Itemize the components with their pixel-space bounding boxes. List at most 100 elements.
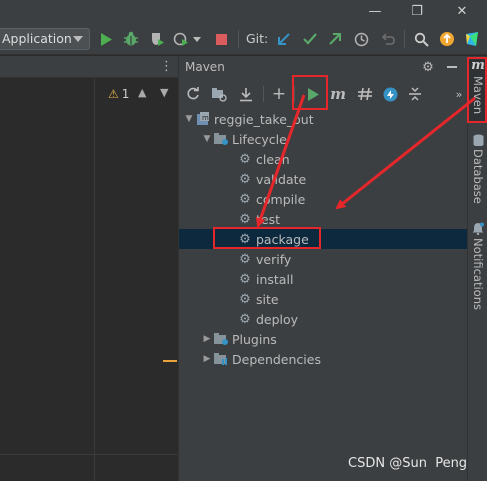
editor-right-margin — [94, 78, 95, 481]
git-update-button[interactable] — [275, 30, 293, 48]
maven-header: Maven ⚙ — [179, 56, 468, 78]
tree-row-dependencies[interactable]: ▶ Dependencies — [179, 349, 468, 369]
chevron-down-icon — [193, 36, 201, 42]
gear-icon: ⚙ — [239, 311, 251, 327]
gear-icon: ⚙ — [239, 291, 251, 307]
restore-icon: ❐ — [411, 3, 423, 19]
debug-button[interactable] — [122, 30, 140, 48]
git-update-icon — [278, 33, 290, 45]
tree-row-plugins[interactable]: ▶ Plugins — [179, 329, 468, 349]
skip-tests-icon — [383, 87, 397, 101]
stop-icon — [215, 33, 227, 45]
restore-button[interactable]: ❐ — [397, 0, 437, 22]
database-stripe-tab[interactable]: Database — [468, 134, 487, 204]
tree-row-lifecycle[interactable]: ▼ Lifecycle — [179, 129, 468, 149]
close-window-button[interactable]: ✕ — [442, 0, 482, 22]
previous-highlight-icon[interactable]: ▲ — [138, 86, 146, 99]
coverage-button[interactable] — [148, 30, 166, 48]
main-toolbar: Application Git: — [0, 22, 487, 55]
reload-projects-button[interactable] — [184, 85, 202, 103]
maven-stripe-tab[interactable]: m Maven — [468, 58, 487, 122]
generate-sources-button[interactable] — [210, 85, 228, 103]
maven-tool-window: Maven ⚙ + m » ▼ m reggie_take_out ▼ Life… — [178, 56, 468, 481]
toolbar-overflow-button[interactable]: » — [450, 85, 468, 103]
maven-hide-button[interactable] — [443, 58, 461, 76]
run-icon — [101, 32, 112, 46]
lifecycle-goal-clean[interactable]: ⚙ clean — [179, 149, 468, 169]
ide-update-button[interactable] — [438, 30, 456, 48]
execute-maven-goal-button[interactable]: m — [329, 85, 347, 103]
skip-tests-button[interactable] — [381, 85, 399, 103]
more-run-options[interactable] — [192, 30, 202, 48]
plus-icon: + — [271, 83, 287, 104]
chevron-down-icon[interactable]: ▼ — [201, 134, 213, 144]
warning-count: 1 — [121, 87, 130, 101]
toggle-offline-mode-button[interactable] — [356, 85, 374, 103]
lifecycle-goal-package[interactable]: ⚙ package — [179, 229, 468, 249]
inspection-warnings[interactable]: ⚠ 1 — [108, 87, 129, 101]
profile-button[interactable] — [172, 30, 190, 48]
lifecycle-goal-test[interactable]: ⚙ test — [179, 209, 468, 229]
update-icon — [440, 32, 454, 46]
gear-icon: ⚙ — [239, 231, 251, 247]
rollback-button[interactable] — [378, 30, 396, 48]
git-push-button[interactable] — [326, 30, 344, 48]
database-tab-label: Database — [471, 149, 485, 204]
git-commit-icon — [303, 33, 317, 45]
gear-icon: ⚙ — [239, 191, 251, 207]
maven-settings-button[interactable]: ⚙ — [419, 58, 437, 76]
lifecycle-goal-site[interactable]: ⚙ site — [179, 289, 468, 309]
notifications-stripe-tab[interactable]: Notifications — [468, 222, 487, 312]
chevron-right-icon[interactable]: ▶ — [201, 334, 213, 344]
run-maven-build-button[interactable] — [304, 85, 322, 103]
history-icon — [354, 32, 368, 46]
gear-icon: ⚙ — [239, 251, 251, 267]
next-highlight-icon[interactable]: ▼ — [160, 86, 168, 99]
goal-label: verify — [256, 251, 292, 267]
run-configuration-selector[interactable]: Application — [0, 28, 90, 50]
minimize-icon — [447, 66, 457, 68]
chevron-down-icon[interactable]: ▼ — [183, 114, 195, 124]
goal-label: site — [256, 291, 279, 307]
lifecycle-goal-install[interactable]: ⚙ install — [179, 269, 468, 289]
git-push-icon — [329, 33, 341, 45]
profile-icon — [173, 32, 188, 46]
rollback-icon — [381, 32, 395, 45]
history-button[interactable] — [352, 30, 370, 48]
watermark: CSDN @Sun Peng — [348, 456, 468, 471]
add-maven-project-button[interactable]: + — [270, 85, 288, 103]
maven-project-icon: m — [195, 111, 211, 127]
toolbar-separator — [238, 30, 239, 48]
toolbar-separator — [294, 86, 295, 102]
dependencies-label: Dependencies — [232, 351, 321, 367]
lifecycle-goal-deploy[interactable]: ⚙ deploy — [179, 309, 468, 329]
editor-area[interactable]: ⋮ ⚠ 1 ▲ ▼ — [0, 56, 178, 481]
more-options-icon[interactable]: ⋮ — [160, 59, 173, 74]
run-icon — [308, 87, 319, 101]
chevron-right-icon[interactable]: ▶ — [201, 354, 213, 364]
lifecycle-goal-validate[interactable]: ⚙ validate — [179, 169, 468, 189]
download-sources-button[interactable] — [237, 85, 255, 103]
goal-label: package — [256, 231, 309, 247]
run-button[interactable] — [97, 30, 115, 48]
lifecycle-goal-verify[interactable]: ⚙ verify — [179, 249, 468, 269]
stop-button[interactable] — [212, 30, 230, 48]
maven-tab-label: Maven — [471, 76, 485, 115]
goal-label: compile — [256, 191, 306, 207]
git-commit-button[interactable] — [301, 30, 319, 48]
maven-toolbar: + m » — [179, 79, 468, 109]
chevron-down-icon — [73, 36, 83, 42]
goal-label: clean — [256, 151, 290, 167]
minimize-button[interactable]: — — [355, 0, 395, 22]
lifecycle-goal-compile[interactable]: ⚙ compile — [179, 189, 468, 209]
collapse-all-button[interactable] — [406, 85, 424, 103]
plugin-button[interactable] — [463, 30, 481, 48]
tree-row-project[interactable]: ▼ m reggie_take_out — [179, 109, 468, 129]
svg-text:m: m — [202, 114, 209, 122]
warning-stripe-marker[interactable] — [163, 360, 177, 362]
search-everywhere-button[interactable] — [412, 30, 430, 48]
coverage-icon — [152, 33, 164, 46]
toolbar-separator — [404, 30, 405, 48]
folder-plugin-icon — [213, 331, 229, 347]
maven-m-icon: m — [330, 85, 346, 103]
